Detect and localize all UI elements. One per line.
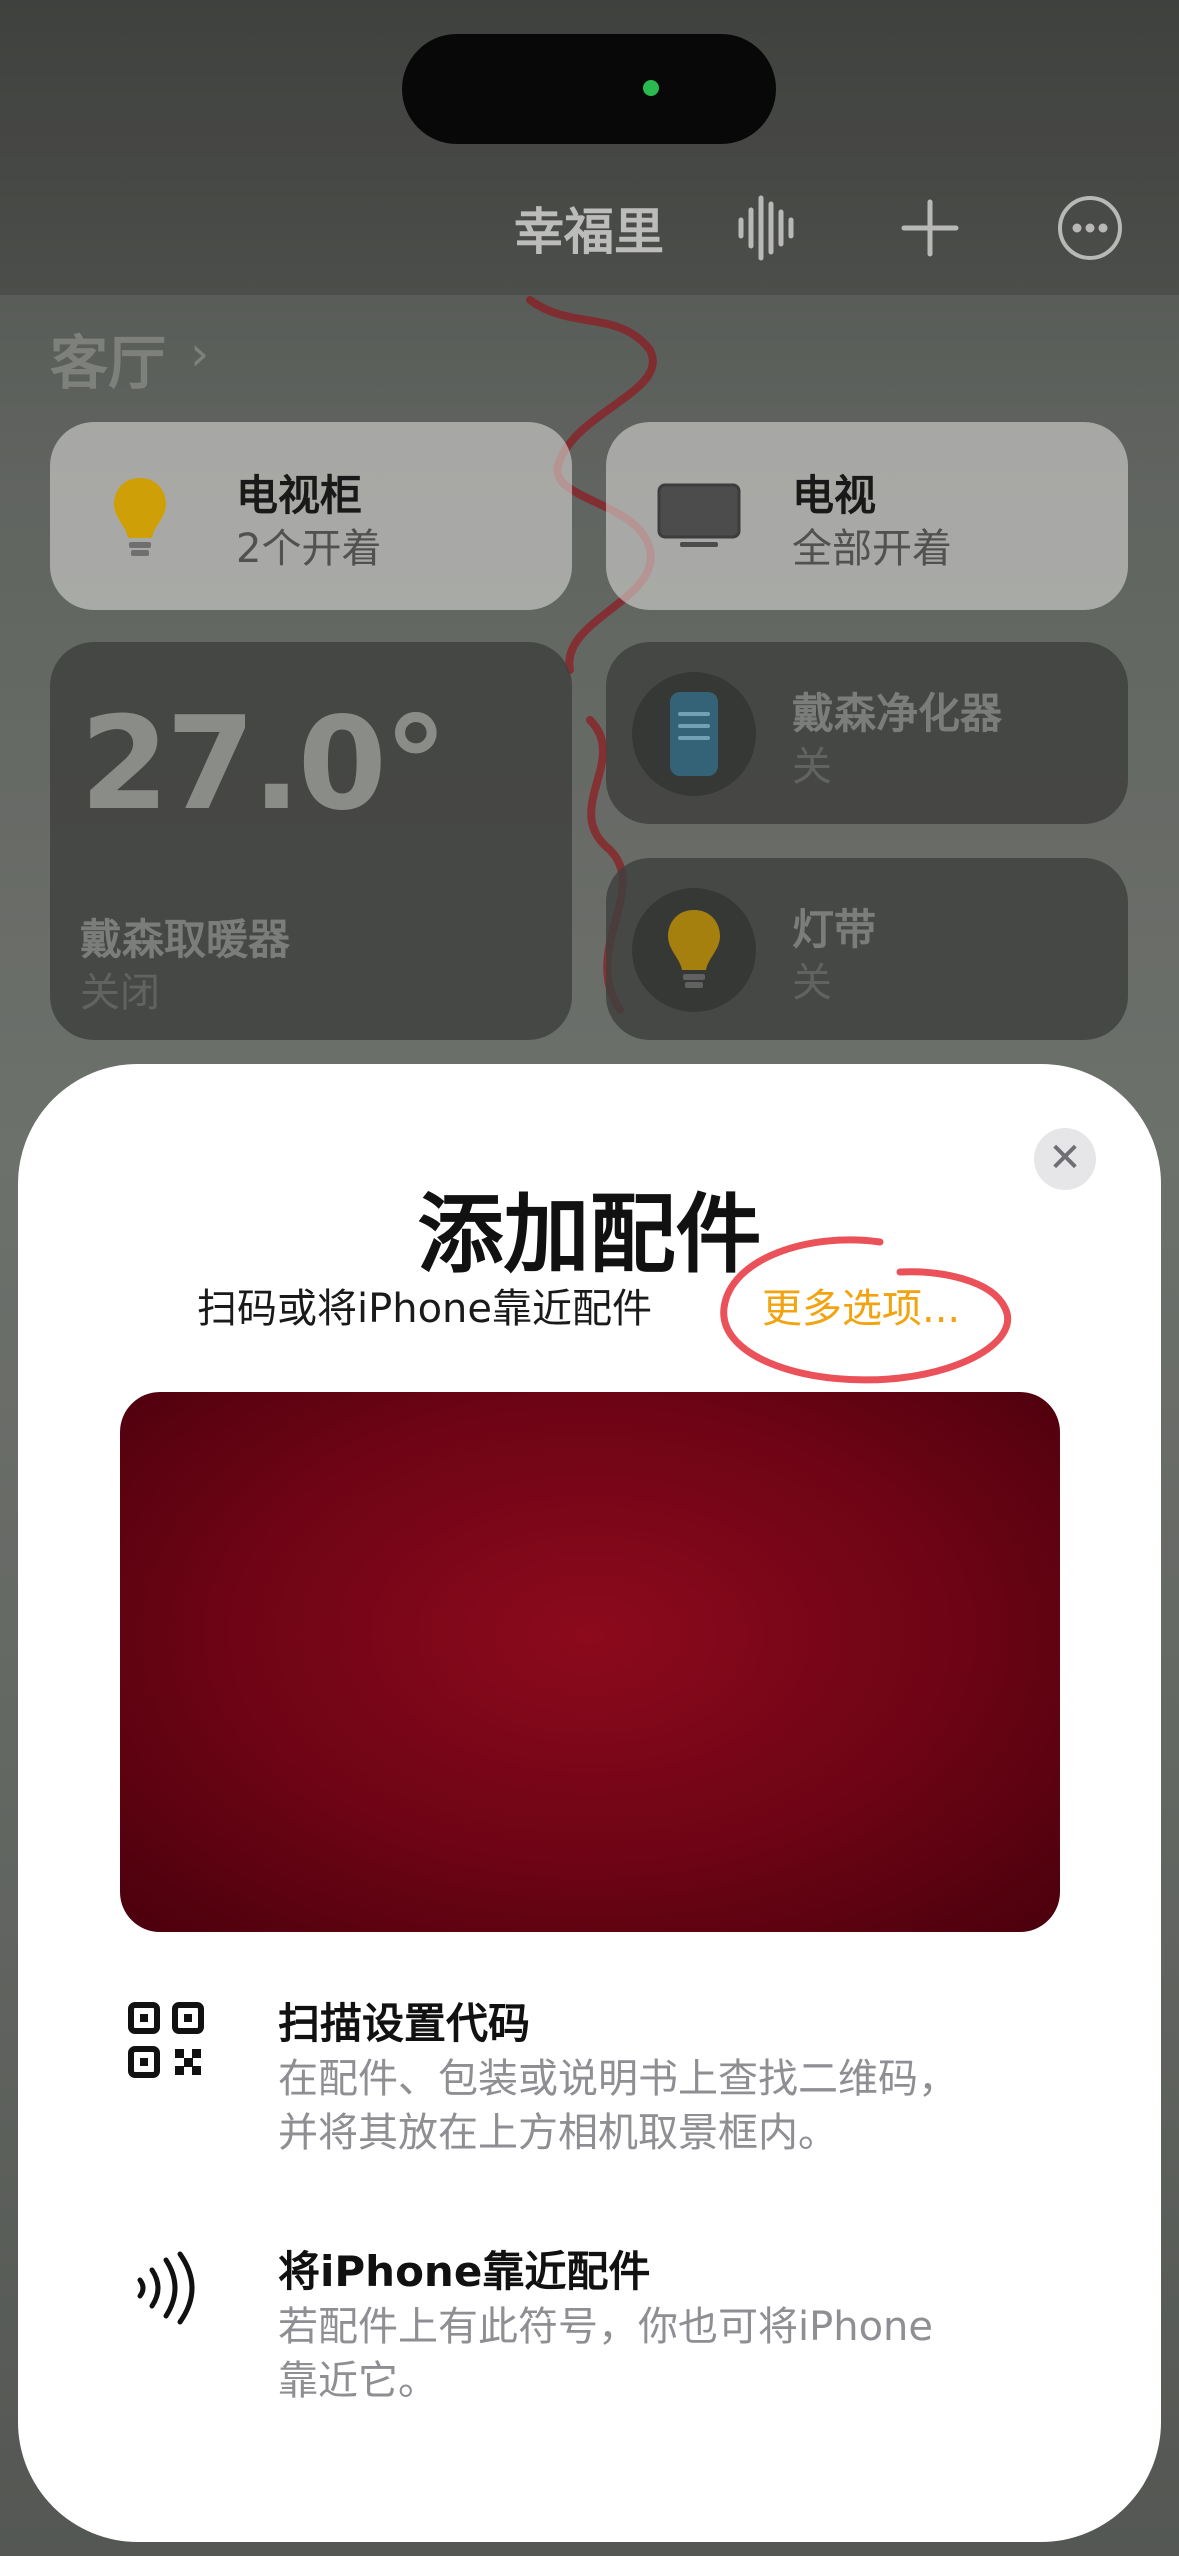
option-description: 在配件、包装或说明书上查找二维码， — [278, 2056, 958, 2102]
camera-viewfinder — [120, 1392, 1060, 1932]
option-title: 将iPhone靠近配件 — [278, 2247, 651, 2296]
annotation-circle — [720, 1236, 1011, 1384]
option-description: 靠近它。 — [278, 2358, 438, 2404]
sheet-subtitle: 扫码或将iPhone靠近配件 — [197, 1286, 653, 1332]
nfc-icon — [137, 2251, 195, 2325]
option-description: 若配件上有此符号，你也可将iPhone — [278, 2304, 934, 2350]
qr-code-icon — [128, 2002, 204, 2078]
option-description: 并将其放在上方相机取景框内。 — [278, 2110, 838, 2156]
option-title: 扫描设置代码 — [278, 1999, 531, 2048]
